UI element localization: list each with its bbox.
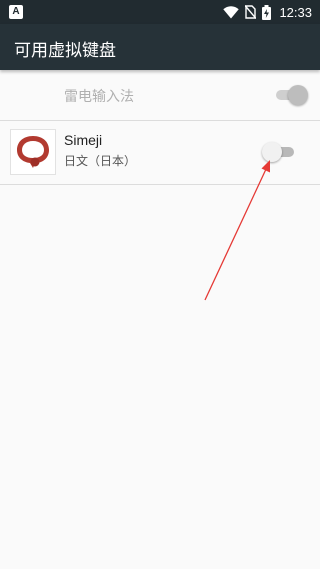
keyboard-language: 日文（日本）	[64, 154, 137, 168]
status-time: 12:33	[279, 4, 312, 20]
page-title: 可用虚拟键盘	[14, 41, 116, 61]
toggle-thumb	[288, 85, 308, 105]
simeji-toggle[interactable]	[262, 141, 298, 163]
keyboard-name: Simeji	[64, 132, 103, 148]
notification-a-icon: A	[9, 5, 23, 19]
status-icons: 12:33	[223, 0, 312, 24]
simeji-logo-icon	[10, 129, 56, 175]
leidian-toggle[interactable]	[272, 84, 308, 106]
toggle-thumb	[262, 142, 282, 162]
battery-charging-icon	[262, 4, 272, 20]
app-bar: 可用虚拟键盘	[0, 24, 320, 70]
no-sim-icon	[245, 5, 257, 19]
divider	[0, 184, 320, 185]
keyboard-name: 雷电输入法	[64, 89, 134, 105]
wifi-icon	[223, 5, 240, 18]
status-bar: A 12:33	[0, 0, 320, 24]
